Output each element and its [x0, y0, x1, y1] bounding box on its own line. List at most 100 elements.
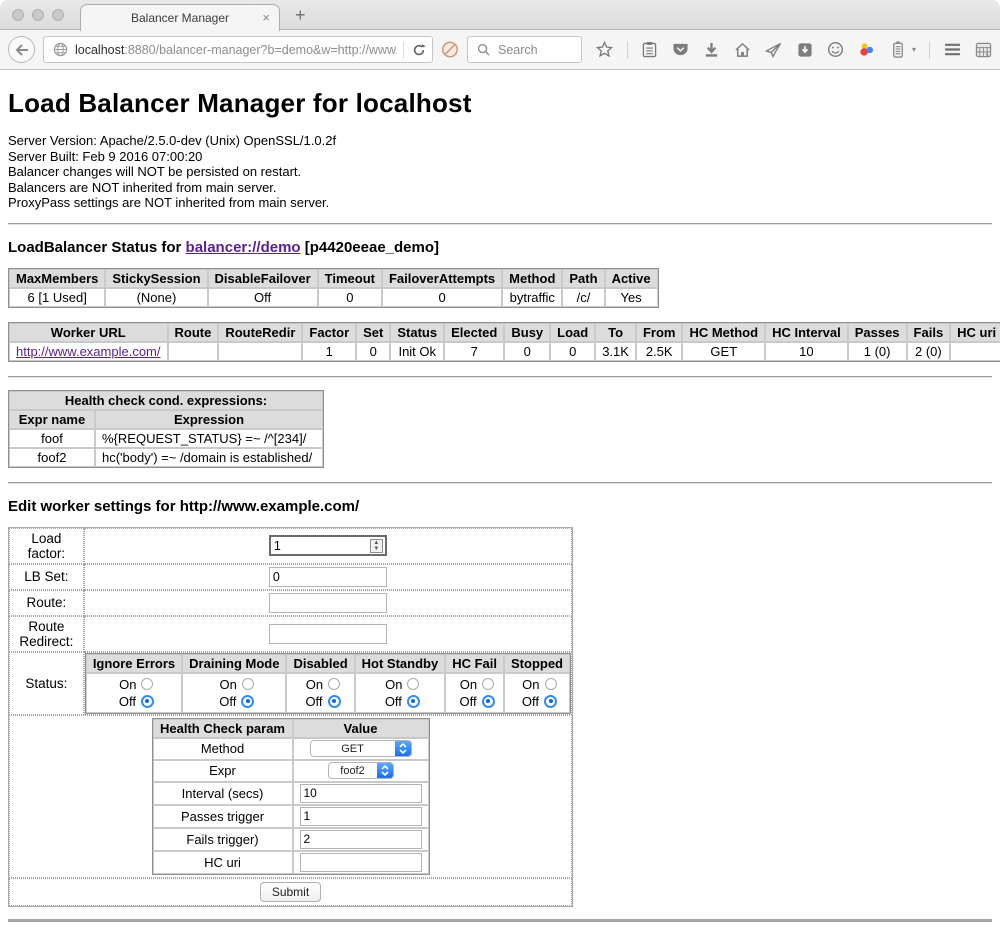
- load-factor-input-wrap: ▲▼: [269, 535, 387, 556]
- back-button[interactable]: [8, 36, 35, 63]
- hc-method-select[interactable]: GET: [310, 740, 412, 757]
- route-input[interactable]: [269, 593, 387, 613]
- new-tab-button[interactable]: +: [295, 5, 306, 26]
- hc-uri-label: HC uri: [153, 851, 293, 874]
- health-check-param-table: Health Check param Value Method GET: [152, 718, 430, 875]
- radio-off-selected[interactable]: [482, 695, 495, 708]
- status-ignore-errors-radios: On Off: [93, 675, 175, 711]
- search-icon: [474, 41, 492, 59]
- edit-worker-form: Load factor: ▲▼ LB Set: Route: Route Red…: [8, 527, 573, 907]
- blocked-icon[interactable]: [441, 41, 459, 59]
- expressions-title: Health check cond. expressions:: [9, 391, 323, 410]
- close-window-button[interactable]: [12, 9, 24, 21]
- status-radio-table: Ignore Errors Draining Mode Disabled Hot…: [85, 653, 571, 714]
- radio-on[interactable]: [141, 678, 153, 690]
- radio-on[interactable]: [242, 678, 254, 690]
- browser-window: Balancer Manager × + localhost:8880/bala…: [0, 0, 1000, 927]
- status-stopped-radios: On Off: [511, 675, 563, 711]
- route-redirect-input[interactable]: [269, 624, 387, 644]
- status-disabled-radios: On Off: [293, 675, 347, 711]
- extension-download-icon[interactable]: [796, 41, 814, 59]
- tab-title: Balancer Manager: [131, 11, 229, 25]
- hc-expr-select[interactable]: foof2: [328, 762, 394, 779]
- status-draining-mode-radios: On Off: [189, 675, 279, 711]
- expression-row: foof2 hc('body') =~ /domain is establish…: [9, 448, 323, 467]
- health-check-expressions-table: Health check cond. expressions: Expr nam…: [8, 390, 324, 468]
- radio-on[interactable]: [545, 678, 557, 690]
- search-field[interactable]: Search: [467, 36, 582, 63]
- balancer-status-row: 6 [1 Used] (None) Off 0 0 bytraffic /c/ …: [9, 288, 658, 307]
- hc-fails-label: Fails trigger): [153, 828, 293, 851]
- server-version: Server Version: Apache/2.5.0-dev (Unix) …: [8, 133, 992, 149]
- route-label: Route:: [9, 590, 84, 616]
- grid-icon[interactable]: [974, 41, 992, 59]
- balancer-demo-link[interactable]: balancer://demo: [186, 239, 301, 256]
- reload-icon[interactable]: [410, 41, 428, 59]
- worker-row: http://www.example.com/ 1 0 Init Ok 7 0 …: [9, 342, 1000, 361]
- globe-icon: [51, 41, 69, 59]
- url-text[interactable]: localhost:8880/balancer-manager?b=demo&w…: [75, 43, 397, 57]
- radio-off-selected[interactable]: [544, 695, 557, 708]
- url-bar[interactable]: localhost:8880/balancer-manager?b=demo&w…: [43, 36, 433, 63]
- minimize-window-button[interactable]: [32, 9, 44, 21]
- bottom-divider: [8, 919, 992, 922]
- select-chevrons-icon: [395, 741, 411, 756]
- radio-off-selected[interactable]: [241, 695, 254, 708]
- balancer-status-table: MaxMembers StickySession DisableFailover…: [8, 268, 659, 308]
- search-placeholder: Search: [498, 43, 538, 57]
- reading-list-icon[interactable]: [641, 41, 659, 59]
- lb-set-input[interactable]: [269, 567, 387, 587]
- colors-extension-icon[interactable]: [858, 41, 876, 59]
- hc-method-label: Method: [153, 738, 293, 760]
- hc-interval-input[interactable]: [300, 784, 422, 803]
- battery-icon[interactable]: [889, 41, 907, 59]
- home-icon[interactable]: [734, 41, 752, 59]
- notice-inherit-proxypass: ProxyPass settings are NOT inherited fro…: [8, 195, 992, 211]
- hc-uri-input[interactable]: [300, 853, 422, 872]
- worker-status-table: Worker URL Route RouteRedir Factor Set S…: [8, 322, 1000, 362]
- bookmark-star-icon[interactable]: [596, 41, 614, 59]
- download-icon[interactable]: [703, 41, 721, 59]
- submit-button[interactable]: Submit: [260, 882, 321, 902]
- hc-passes-input[interactable]: [300, 807, 422, 826]
- select-chevrons-icon: [377, 763, 393, 778]
- chevron-down-icon[interactable]: ▾: [912, 45, 916, 54]
- hc-expr-label: Expr: [153, 760, 293, 782]
- radio-on[interactable]: [482, 678, 494, 690]
- server-built: Server Built: Feb 9 2016 07:00:20: [8, 149, 992, 165]
- radio-off-selected[interactable]: [407, 695, 420, 708]
- radio-on[interactable]: [407, 678, 419, 690]
- tab-balancer-manager[interactable]: Balancer Manager ×: [80, 4, 280, 31]
- back-icon: [13, 41, 31, 59]
- route-redirect-label: Route Redirect:: [9, 616, 84, 652]
- radio-off-selected[interactable]: [328, 695, 341, 708]
- edit-worker-heading: Edit worker settings for http://www.exam…: [8, 498, 992, 515]
- smiley-icon[interactable]: [827, 41, 845, 59]
- expression-row: foof %{REQUEST_STATUS} =~ /^[234]/: [9, 429, 323, 448]
- zoom-window-button[interactable]: [52, 9, 64, 21]
- worker-url-link[interactable]: http://www.example.com/: [16, 344, 161, 359]
- tab-bar: Balancer Manager × +: [0, 0, 1000, 30]
- page-title: Load Balancer Manager for localhost: [8, 88, 992, 119]
- status-label: Status:: [9, 652, 84, 715]
- divider: [8, 223, 992, 225]
- divider: [8, 376, 992, 378]
- radio-on[interactable]: [328, 678, 340, 690]
- menu-icon[interactable]: [943, 41, 961, 59]
- hc-fails-input[interactable]: [300, 830, 422, 849]
- pocket-icon[interactable]: [672, 41, 690, 59]
- lb-set-label: LB Set:: [9, 564, 84, 590]
- toolbar-icons: ▾: [596, 41, 992, 59]
- window-controls[interactable]: [12, 9, 64, 21]
- page-content: Load Balancer Manager for localhost Serv…: [0, 70, 1000, 922]
- load-factor-label: Load factor:: [9, 528, 84, 564]
- hc-interval-label: Interval (secs): [153, 782, 293, 805]
- send-icon[interactable]: [765, 41, 783, 59]
- notice-inherit-balancers: Balancers are NOT inherited from main se…: [8, 180, 992, 196]
- close-tab-icon[interactable]: ×: [262, 11, 270, 24]
- radio-off-selected[interactable]: [141, 695, 154, 708]
- number-spinner-icon[interactable]: ▲▼: [370, 539, 383, 553]
- status-hot-standby-radios: On Off: [362, 675, 439, 711]
- loadbalancer-status-heading: LoadBalancer Status for balancer://demo …: [8, 239, 992, 256]
- notice-persist: Balancer changes will NOT be persisted o…: [8, 164, 992, 180]
